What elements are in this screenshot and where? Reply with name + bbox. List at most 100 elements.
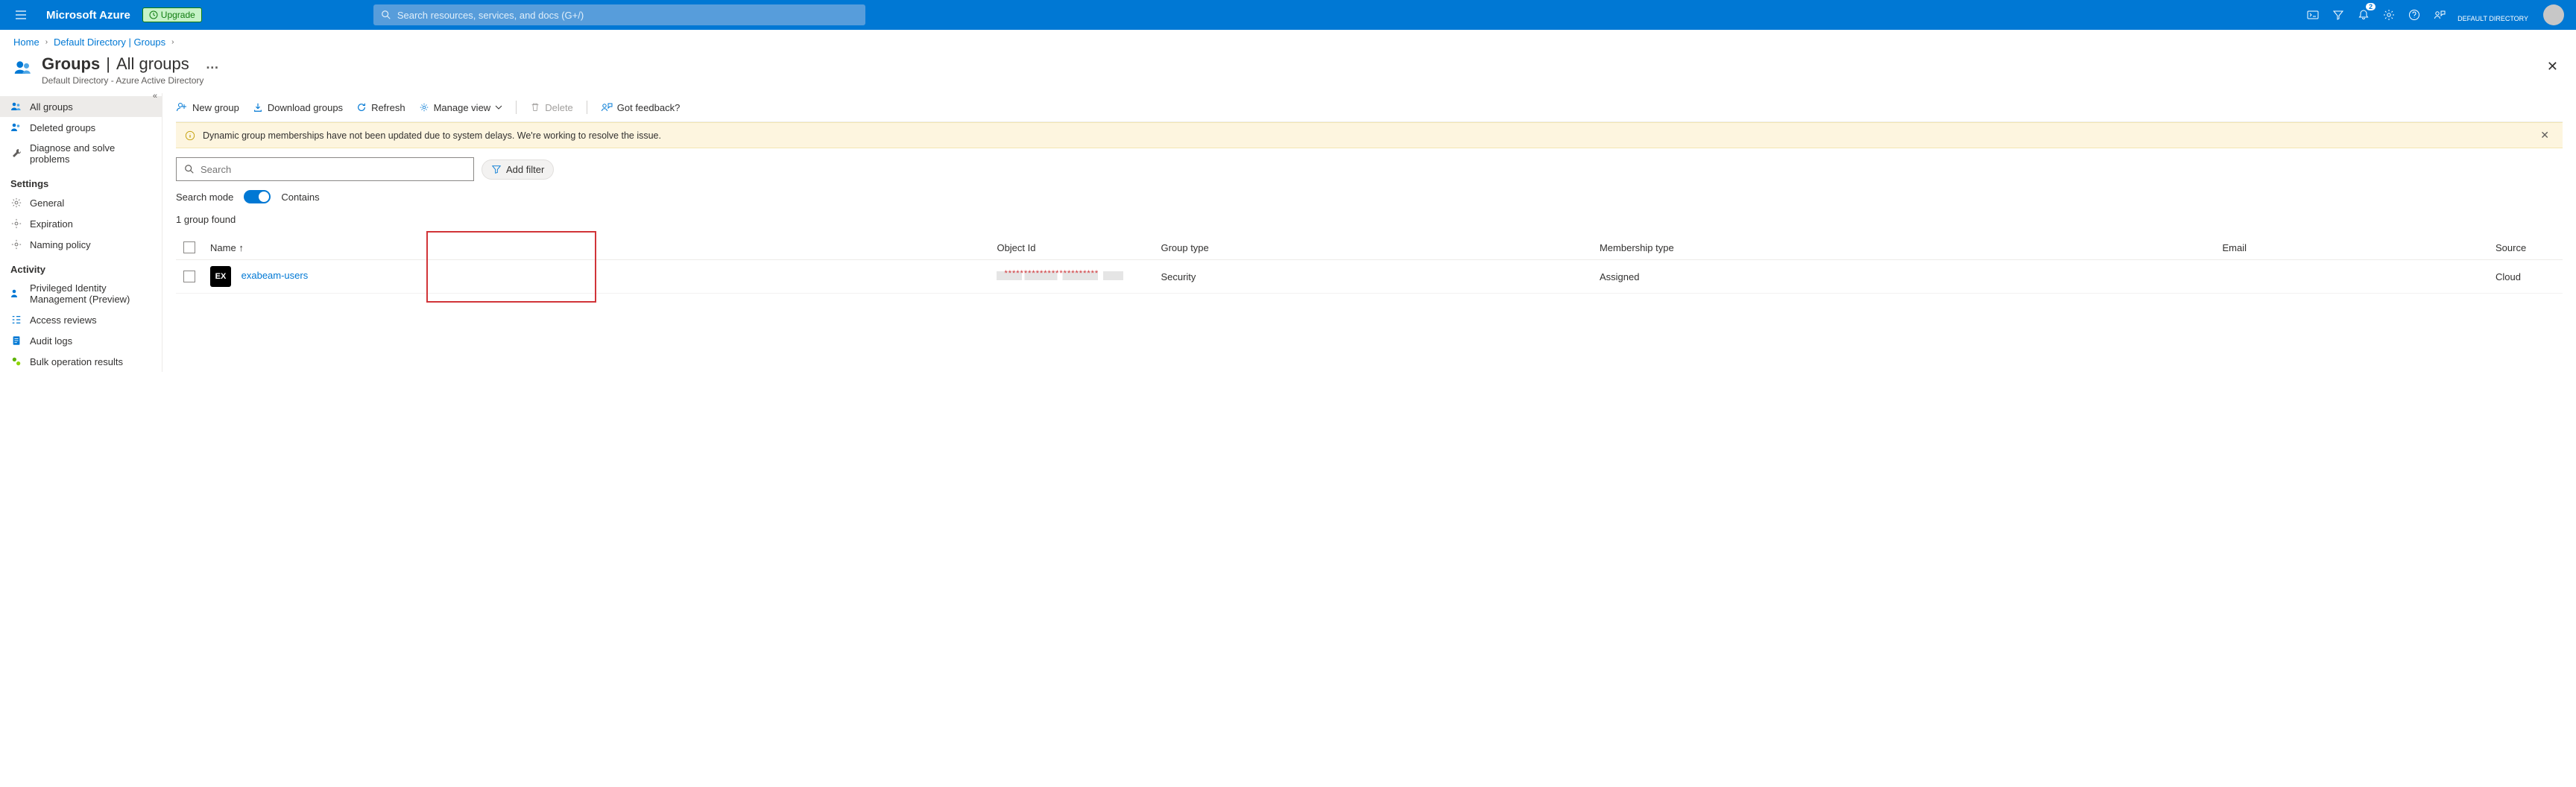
button-label: Got feedback? (617, 102, 681, 113)
account-info[interactable]: DEFAULT DIRECTORY (2457, 7, 2533, 23)
download-groups-button[interactable]: Download groups (253, 102, 343, 113)
nav-expiration[interactable]: Expiration (0, 213, 162, 234)
col-source[interactable]: Source (2488, 236, 2563, 260)
groups-search-input[interactable] (176, 157, 474, 181)
gears-icon (10, 355, 22, 367)
col-group-type[interactable]: Group type (1153, 236, 1592, 260)
button-label: Manage view (434, 102, 491, 113)
search-mode-value: Contains (281, 192, 319, 203)
nav-access-reviews[interactable]: Access reviews (0, 309, 162, 330)
notifications-button[interactable]: 2 (2356, 7, 2371, 22)
col-name[interactable]: Name ↑ (203, 236, 989, 260)
button-label: Add filter (506, 164, 544, 175)
group-initials: EX (210, 266, 231, 287)
directories-button[interactable] (2331, 7, 2346, 22)
nav-heading-activity: Activity (0, 255, 162, 278)
gear-icon (10, 218, 22, 230)
search-mode-row: Search mode Contains (176, 190, 2563, 203)
add-people-icon (176, 101, 188, 113)
help-button[interactable] (2407, 7, 2422, 22)
people-icon (10, 101, 22, 113)
got-feedback-button[interactable]: Got feedback? (601, 101, 681, 113)
upgrade-label: Upgrade (161, 10, 195, 20)
button-label: New group (192, 102, 239, 113)
add-filter-button[interactable]: Add filter (482, 159, 554, 180)
nav-pim[interactable]: Privileged Identity Management (Preview) (0, 278, 162, 309)
people-icon (10, 288, 22, 300)
nav-deleted-groups[interactable]: Deleted groups (0, 117, 162, 138)
cell-membership-type: Assigned (1592, 260, 2215, 294)
cloud-shell-icon (2307, 9, 2319, 21)
page-titlebar: Groups | All groups … Default Directory … (0, 54, 2576, 93)
main-content: New group Download groups Refresh Manage… (162, 93, 2576, 372)
upgrade-icon (149, 10, 158, 19)
sort-asc-icon: ↑ (239, 242, 244, 253)
people-icon (10, 121, 22, 133)
result-count: 1 group found (176, 214, 2563, 225)
manage-view-button[interactable]: Manage view (419, 102, 503, 113)
select-all-checkbox[interactable] (183, 241, 195, 253)
person-feedback-icon (2434, 9, 2446, 21)
gear-icon (419, 102, 429, 113)
nav-bulk-results[interactable]: Bulk operation results (0, 351, 162, 372)
nav-diagnose[interactable]: Diagnose and solve problems (0, 138, 162, 169)
topbar-actions: 2 DEFAULT DIRECTORY (2305, 4, 2570, 25)
nav-label: Naming policy (30, 239, 91, 250)
nav-label: Expiration (30, 218, 73, 230)
search-mode-toggle[interactable] (244, 190, 271, 203)
col-membership-type[interactable]: Membership type (1592, 236, 2215, 260)
collapse-nav-button[interactable]: « (153, 92, 157, 101)
close-blade-button[interactable]: ✕ (2542, 54, 2563, 79)
title-light: All groups (116, 54, 189, 74)
global-search[interactable]: Search resources, services, and docs (G+… (373, 4, 865, 25)
table-row[interactable]: EX exabeam-users Security Assigned Cloud (176, 260, 2563, 294)
nav-audit-logs[interactable]: Audit logs (0, 330, 162, 351)
nav-all-groups[interactable]: All groups (0, 96, 162, 117)
new-group-button[interactable]: New group (176, 101, 239, 113)
warning-close-button[interactable]: ✕ (2536, 129, 2554, 142)
settings-button[interactable] (2381, 7, 2396, 22)
cloud-shell-button[interactable] (2305, 7, 2320, 22)
brand[interactable]: Microsoft Azure (36, 9, 141, 22)
nav-label: Diagnose and solve problems (30, 142, 151, 165)
chevron-right-icon: › (45, 38, 48, 46)
nav-label: General (30, 197, 64, 209)
topbar: Microsoft Azure Upgrade Search resources… (0, 0, 2576, 30)
groups-table: Name ↑ Object Id Group type Membership t… (176, 236, 2563, 294)
chevron-right-icon: › (171, 38, 174, 46)
refresh-button[interactable]: Refresh (356, 102, 405, 113)
search-mode-label: Search mode (176, 192, 233, 203)
nav-label: Privileged Identity Management (Preview) (30, 282, 151, 305)
download-icon (253, 102, 263, 113)
more-actions-button[interactable]: … (206, 57, 219, 72)
nav-naming-policy[interactable]: Naming policy (0, 234, 162, 255)
group-name-link[interactable]: exabeam-users (242, 270, 309, 281)
nav-heading-settings: Settings (0, 169, 162, 192)
feedback-button[interactable] (2432, 7, 2447, 22)
title-strong: Groups (42, 54, 100, 74)
upgrade-button[interactable]: Upgrade (142, 7, 202, 22)
breadcrumb-home[interactable]: Home (13, 37, 40, 48)
hamburger-menu[interactable] (6, 0, 36, 30)
col-email[interactable]: Email (2214, 236, 2488, 260)
page-subtitle: Default Directory - Azure Active Directo… (42, 75, 219, 86)
nav-general[interactable]: General (0, 192, 162, 213)
row-checkbox[interactable] (183, 271, 195, 282)
account-tenant: DEFAULT DIRECTORY (2457, 15, 2528, 23)
button-label: Delete (545, 102, 573, 113)
avatar[interactable] (2543, 4, 2564, 25)
global-search-placeholder: Search resources, services, and docs (G+… (397, 10, 584, 21)
nav-label: Deleted groups (30, 122, 95, 133)
col-object-id[interactable]: Object Id (989, 236, 1153, 260)
search-field[interactable] (201, 164, 466, 175)
person-feedback-icon (601, 101, 613, 113)
search-row: Add filter (176, 157, 2563, 181)
info-icon (185, 130, 195, 141)
breadcrumb-groups[interactable]: Default Directory | Groups (54, 37, 165, 48)
cell-group-type: Security (1153, 260, 1592, 294)
nav-label: Access reviews (30, 315, 97, 326)
wrench-icon (10, 148, 22, 159)
breadcrumb: Home › Default Directory | Groups › (0, 30, 2576, 54)
filter-icon (491, 164, 502, 174)
warning-banner: Dynamic group memberships have not been … (176, 122, 2563, 148)
